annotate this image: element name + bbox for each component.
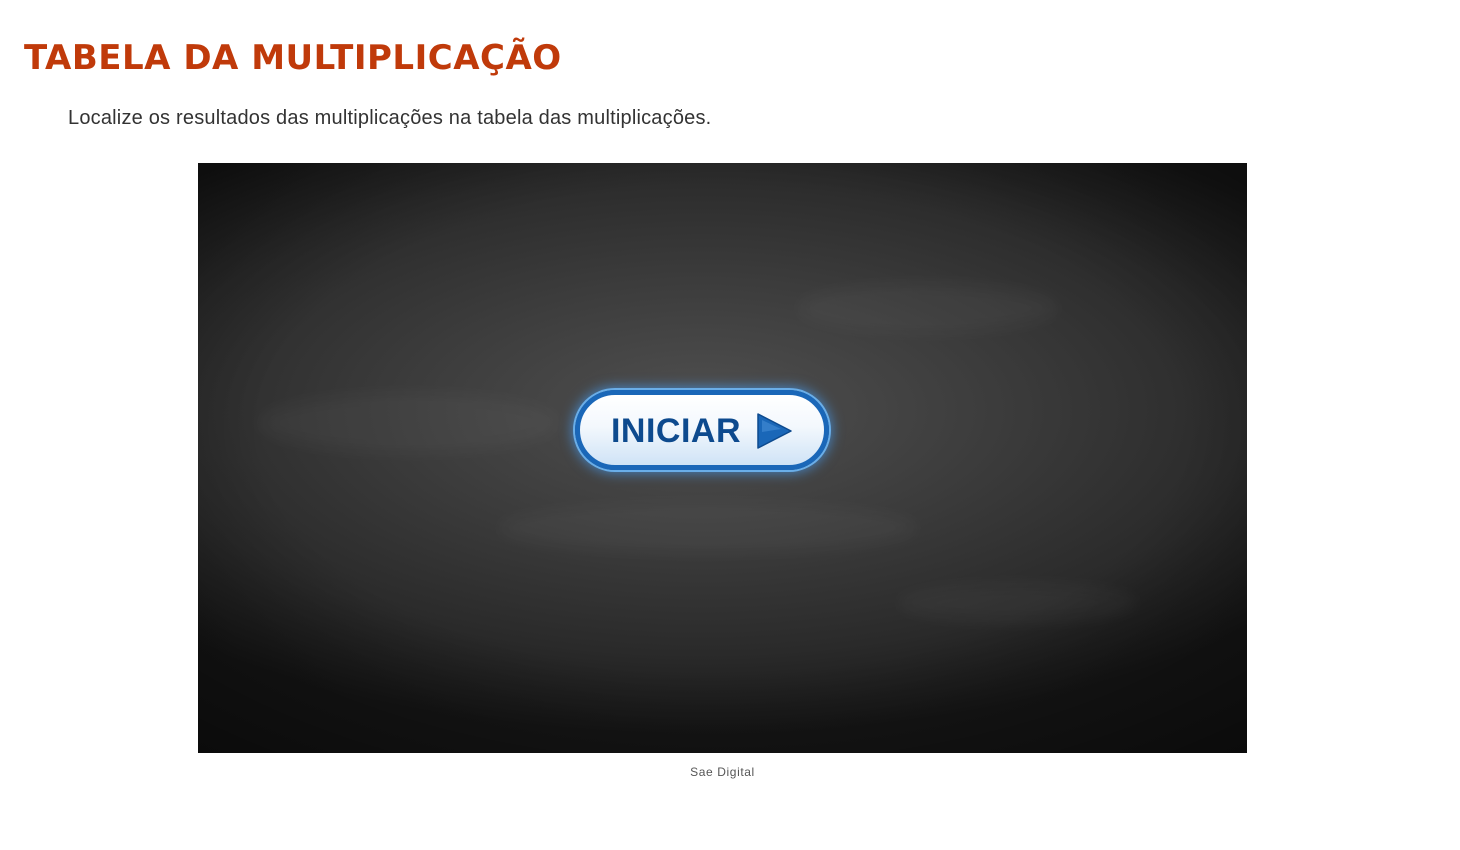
page: TABELA DA MULTIPLICAÇÃO Localize os resu… — [0, 0, 1460, 850]
start-button[interactable]: INICIAR — [575, 390, 829, 470]
chalk-smudge — [898, 583, 1138, 623]
activity-stage: INICIAR — [198, 163, 1247, 753]
play-arrow-icon — [757, 413, 792, 449]
start-button-label: INICIAR — [610, 412, 742, 450]
page-title: TABELA DA MULTIPLICAÇÃO — [24, 38, 562, 78]
media-caption: Sae Digital — [690, 765, 755, 779]
instruction-text: Localize os resultados das multiplicaçõe… — [68, 107, 712, 129]
chalk-smudge — [498, 503, 918, 553]
chalk-smudge — [798, 283, 1058, 333]
chalk-smudge — [258, 393, 558, 453]
